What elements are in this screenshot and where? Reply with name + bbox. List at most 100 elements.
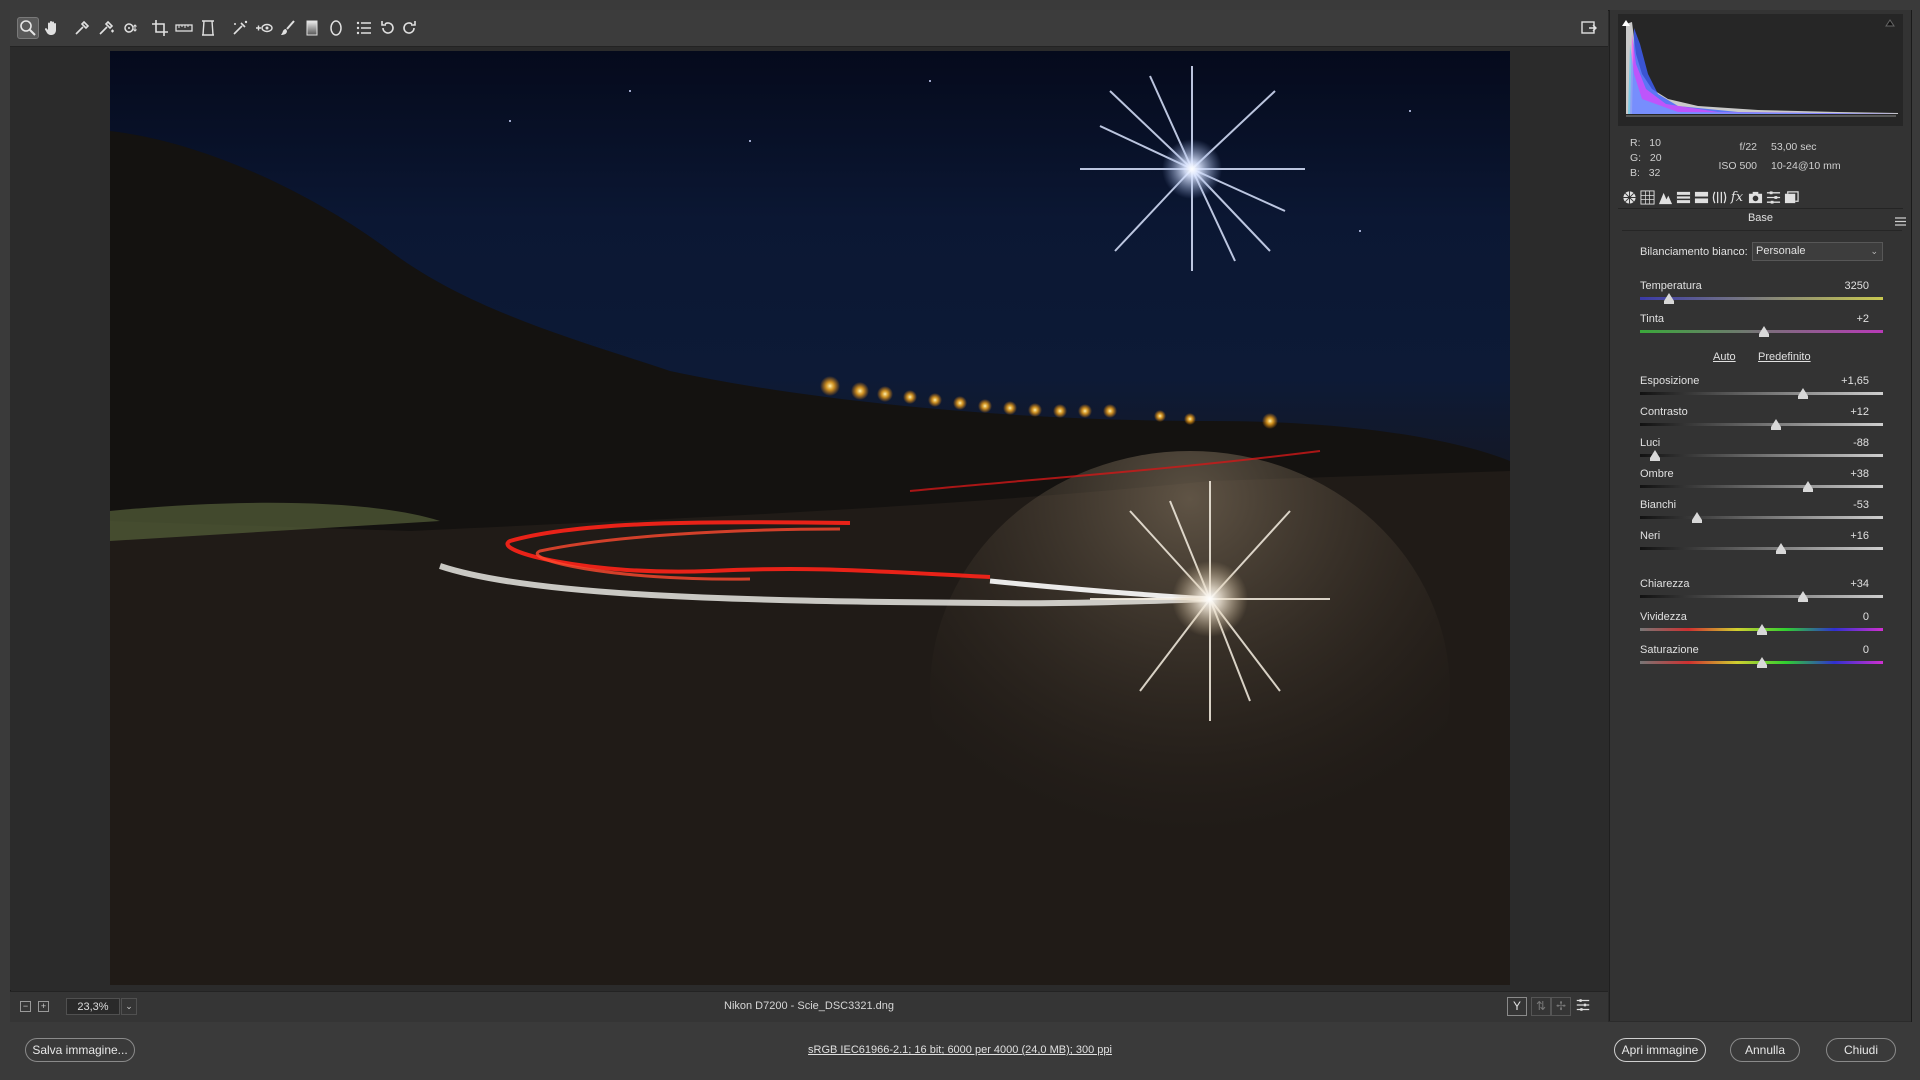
slider-neri[interactable]: Neri +16 bbox=[1640, 530, 1883, 556]
slider-thumb[interactable] bbox=[1797, 591, 1808, 602]
lens-corrections-tab-icon[interactable] bbox=[1710, 188, 1728, 206]
slider-label: Esposizione bbox=[1640, 375, 1700, 387]
toggle-fullscreen-icon[interactable] bbox=[1578, 17, 1600, 39]
slider-thumb[interactable] bbox=[1649, 450, 1660, 461]
white-balance-label: Bilanciamento bianco: bbox=[1640, 246, 1748, 258]
slider-track[interactable] bbox=[1640, 454, 1883, 457]
preview-status-bar: − + 23,3% ⌄ Nikon D7200 - Scie_DSC3321.d… bbox=[10, 991, 1608, 1022]
panel-menu-icon[interactable] bbox=[1895, 213, 1906, 226]
slider-esposizione[interactable]: Esposizione +1,65 bbox=[1640, 375, 1883, 401]
slider-track[interactable] bbox=[1640, 485, 1883, 488]
section-title: Base bbox=[1747, 212, 1774, 224]
rotate-ccw-icon[interactable] bbox=[377, 17, 399, 39]
close-button[interactable]: Chiudi bbox=[1826, 1038, 1896, 1062]
slider-temperatura[interactable]: Temperatura 3250 bbox=[1640, 280, 1883, 306]
photo-preview[interactable] bbox=[110, 51, 1510, 985]
cancel-button[interactable]: Annulla bbox=[1730, 1038, 1800, 1062]
slider-value[interactable]: 0 bbox=[1819, 611, 1869, 623]
before-after-view-button[interactable]: Y bbox=[1507, 997, 1527, 1016]
slider-ombre[interactable]: Ombre +38 bbox=[1640, 468, 1883, 494]
default-link[interactable]: Predefinito bbox=[1758, 351, 1811, 363]
slider-label: Temperatura bbox=[1640, 280, 1702, 292]
slider-value[interactable]: +12 bbox=[1819, 406, 1869, 418]
slider-track[interactable] bbox=[1640, 595, 1883, 598]
detail-tab-icon[interactable] bbox=[1656, 188, 1674, 206]
preview-preferences-icon[interactable] bbox=[1573, 997, 1593, 1016]
slider-track[interactable] bbox=[1640, 297, 1883, 300]
tool-bar bbox=[10, 10, 1608, 47]
slider-value[interactable]: +1,65 bbox=[1819, 375, 1869, 387]
auto-link[interactable]: Auto bbox=[1713, 351, 1736, 363]
slider-contrasto[interactable]: Contrasto +12 bbox=[1640, 406, 1883, 432]
slider-chiarezza[interactable]: Chiarezza +34 bbox=[1640, 578, 1883, 604]
spot-removal-tool-icon[interactable] bbox=[229, 17, 251, 39]
slider-thumb[interactable] bbox=[1771, 419, 1782, 430]
copy-settings-icon[interactable]: ✢ bbox=[1551, 997, 1571, 1016]
red-eye-tool-icon[interactable] bbox=[253, 17, 275, 39]
white-balance-tool-icon[interactable] bbox=[71, 17, 93, 39]
histogram bbox=[1618, 14, 1903, 126]
preferences-tool-icon[interactable] bbox=[353, 17, 375, 39]
slider-value[interactable]: +34 bbox=[1819, 578, 1869, 590]
slider-track[interactable] bbox=[1640, 423, 1883, 426]
split-toning-tab-icon[interactable] bbox=[1692, 188, 1710, 206]
camera-calibration-tab-icon[interactable] bbox=[1746, 188, 1764, 206]
slider-label: Vividezza bbox=[1640, 611, 1687, 623]
slider-thumb[interactable] bbox=[1797, 388, 1808, 399]
slider-tinta[interactable]: Tinta +2 bbox=[1640, 313, 1883, 339]
snapshots-tab-icon[interactable] bbox=[1782, 188, 1800, 206]
white-balance-select[interactable]: Personale ⌄ bbox=[1752, 242, 1883, 261]
adjustments-panel: R: 10 G: 20 B: 32 f/22 53,00 sec ISO 500 1… bbox=[1609, 10, 1911, 1021]
effects-tab-icon[interactable]: fx bbox=[1728, 188, 1746, 206]
straighten-tool-icon[interactable] bbox=[173, 17, 195, 39]
chevron-down-icon: ⌄ bbox=[1870, 246, 1878, 256]
open-image-button[interactable]: Apri immagine bbox=[1614, 1038, 1706, 1062]
slider-saturazione[interactable]: Saturazione 0 bbox=[1640, 644, 1883, 670]
slider-value[interactable]: 3250 bbox=[1819, 280, 1869, 292]
basic-tab-icon[interactable] bbox=[1620, 188, 1638, 206]
slider-label: Contrasto bbox=[1640, 406, 1688, 418]
slider-bianchi[interactable]: Bianchi -53 bbox=[1640, 499, 1883, 525]
slider-value[interactable]: -88 bbox=[1819, 437, 1869, 449]
radial-filter-tool-icon[interactable] bbox=[325, 17, 347, 39]
color-sampler-tool-icon[interactable] bbox=[95, 17, 117, 39]
slider-value[interactable]: 0 bbox=[1819, 644, 1869, 656]
hsl-tab-icon[interactable] bbox=[1674, 188, 1692, 206]
slider-value[interactable]: +38 bbox=[1819, 468, 1869, 480]
graduated-filter-tool-icon[interactable] bbox=[301, 17, 323, 39]
transform-tool-icon[interactable] bbox=[197, 17, 219, 39]
slider-thumb[interactable] bbox=[1692, 512, 1703, 523]
slider-thumb[interactable] bbox=[1758, 326, 1769, 337]
slider-label: Neri bbox=[1640, 530, 1661, 542]
adjustment-brush-tool-icon[interactable] bbox=[277, 17, 299, 39]
hand-tool-icon[interactable] bbox=[41, 17, 63, 39]
swap-before-after-icon[interactable]: ⇅ bbox=[1531, 997, 1551, 1016]
zoom-tool-icon[interactable] bbox=[17, 17, 39, 39]
slider-thumb[interactable] bbox=[1802, 481, 1813, 492]
slider-thumb[interactable] bbox=[1664, 293, 1675, 304]
slider-label: Luci bbox=[1640, 437, 1661, 449]
crop-tool-icon[interactable] bbox=[149, 17, 171, 39]
camera-info: f/22 53,00 sec ISO 500 10-24@10 mm bbox=[1718, 141, 1841, 172]
image-preview-area bbox=[10, 47, 1608, 990]
presets-tab-icon[interactable] bbox=[1764, 188, 1782, 206]
tone-curve-tab-icon[interactable] bbox=[1638, 188, 1656, 206]
slider-track[interactable] bbox=[1640, 392, 1883, 395]
slider-luci[interactable]: Luci -88 bbox=[1640, 437, 1883, 463]
highlight-clipping-warning-icon bbox=[1885, 19, 1895, 27]
slider-track[interactable] bbox=[1640, 547, 1883, 550]
slider-value[interactable]: -53 bbox=[1819, 499, 1869, 511]
image-filename: Nikon D7200 - Scie_DSC3321.dng bbox=[724, 1000, 894, 1012]
slider-label: Chiarezza bbox=[1640, 578, 1690, 590]
targeted-adjustment-tool-icon[interactable] bbox=[119, 17, 141, 39]
slider-thumb[interactable] bbox=[1775, 543, 1786, 554]
slider-thumb[interactable] bbox=[1756, 624, 1767, 635]
slider-vividezza[interactable]: Vividezza 0 bbox=[1640, 611, 1883, 637]
slider-value[interactable]: +16 bbox=[1819, 530, 1869, 542]
panel-tabs: fx bbox=[1618, 186, 1903, 209]
slider-track[interactable] bbox=[1640, 516, 1883, 519]
divider bbox=[1622, 230, 1902, 231]
rotate-cw-icon[interactable] bbox=[398, 17, 420, 39]
slider-thumb[interactable] bbox=[1756, 657, 1767, 668]
slider-value[interactable]: +2 bbox=[1819, 313, 1869, 325]
